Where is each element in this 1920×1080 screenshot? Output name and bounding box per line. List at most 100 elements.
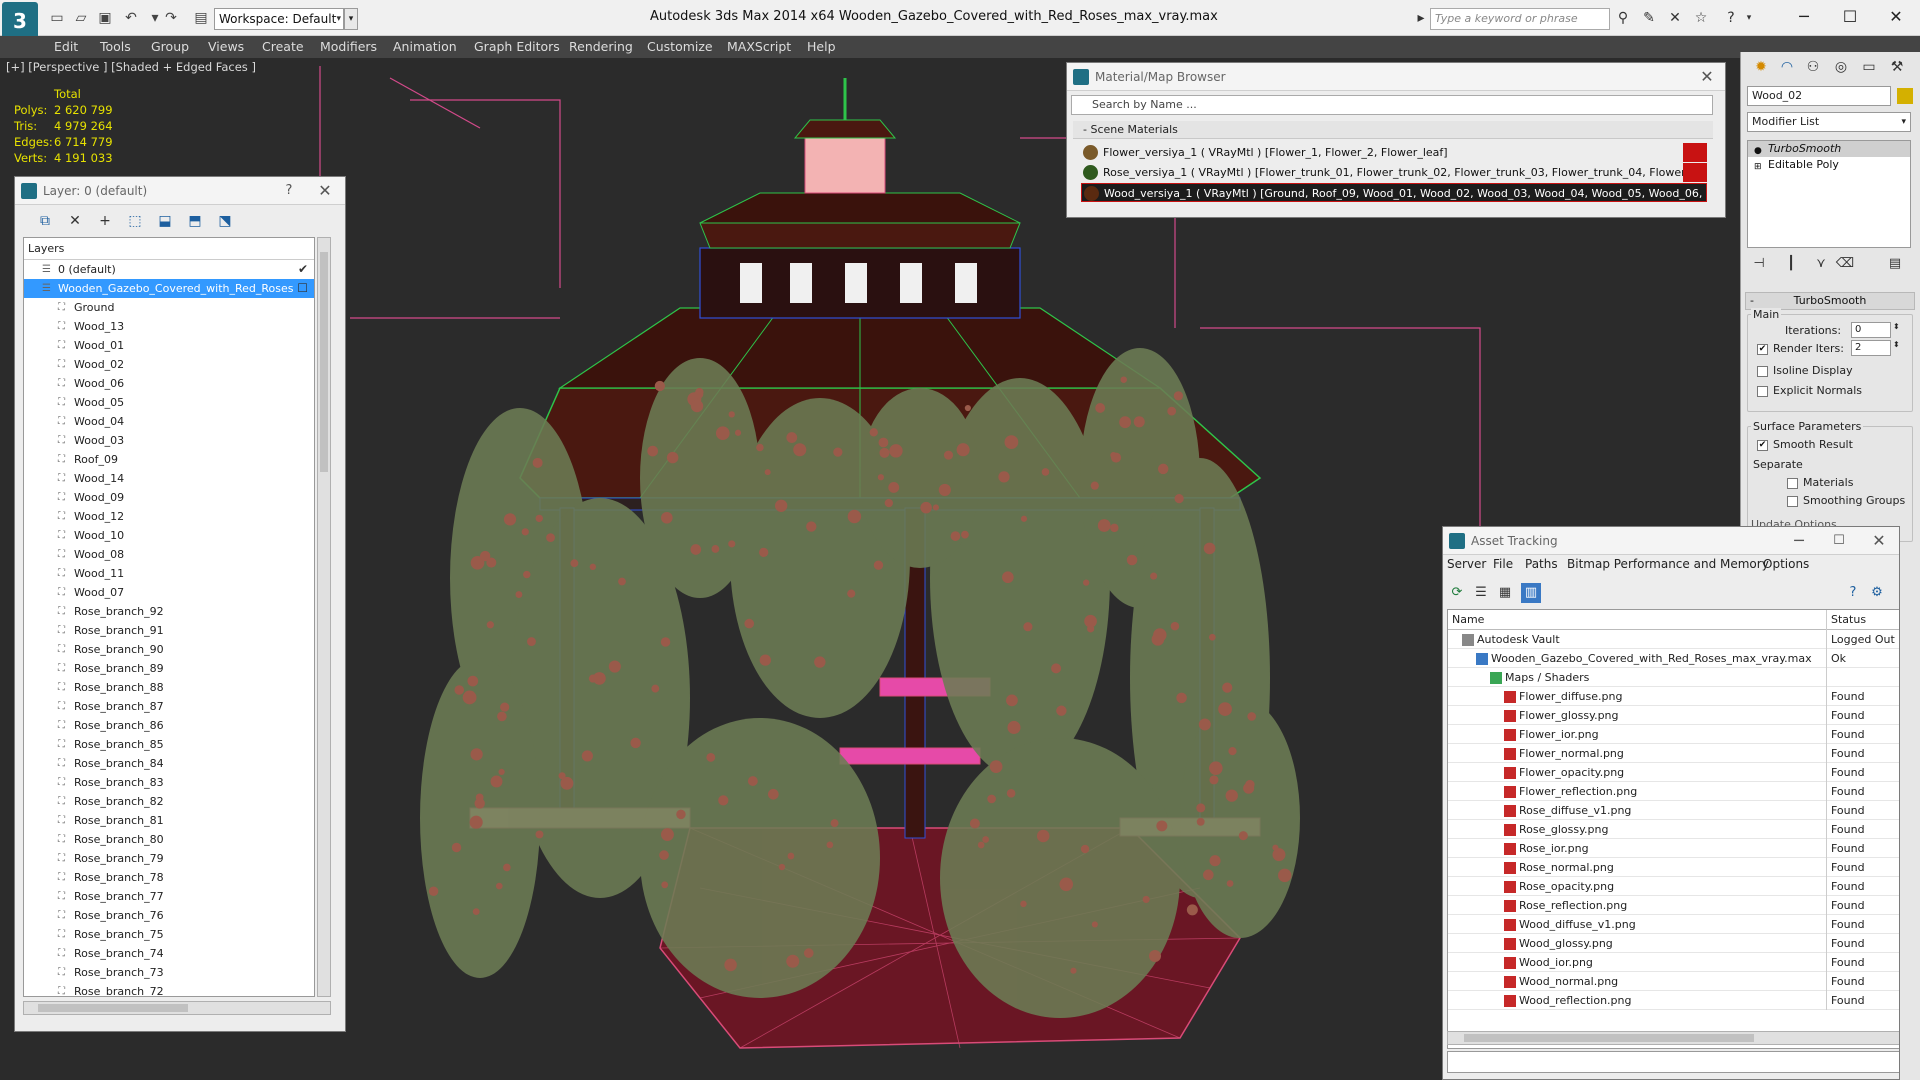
scene-materials-section[interactable]: - Scene Materials <box>1073 121 1713 139</box>
layer-row[interactable]: ⛶ Rose_branch_90 <box>24 640 314 659</box>
search-expand-icon[interactable]: ▸ <box>1412 9 1430 27</box>
hierarchy-tab-icon[interactable]: ⚇ <box>1801 56 1825 78</box>
layer-row[interactable]: ⛶ Rose_branch_75 <box>24 925 314 944</box>
layer-row[interactable]: ⛶ Rose_branch_74 <box>24 944 314 963</box>
render-iters-spinner[interactable]: 2 <box>1851 340 1891 356</box>
motion-tab-icon[interactable]: ◎ <box>1829 56 1853 78</box>
layer-row[interactable]: ⛶ Rose_branch_84 <box>24 754 314 773</box>
asset-row[interactable]: Wood_reflection.png Found <box>1448 991 1899 1010</box>
stack-item-editable-poly[interactable]: ⊞ Editable Poly <box>1748 157 1910 173</box>
create-tab-icon[interactable]: ✹ <box>1749 56 1773 78</box>
layer-row[interactable]: ⛶ Roof_09 <box>24 450 314 469</box>
layer-row[interactable]: ⛶ Wood_14 <box>24 469 314 488</box>
layer-row[interactable]: ⛶ Wood_02 <box>24 355 314 374</box>
layer-row[interactable]: ⛶ Rose_branch_92 <box>24 602 314 621</box>
layer-close-button[interactable]: ✕ <box>311 177 339 205</box>
menu-maxscript[interactable]: MAXScript <box>727 39 791 54</box>
menu-modifiers[interactable]: Modifiers <box>320 39 377 54</box>
menu-edit[interactable]: Edit <box>54 39 78 54</box>
table-view-icon[interactable]: ▥ <box>1521 583 1541 603</box>
spinner-arrows-icon[interactable]: ⬍ <box>1893 322 1900 331</box>
asset-row[interactable]: Rose_reflection.png Found <box>1448 896 1899 915</box>
layer-row[interactable]: ⛶ Wood_05 <box>24 393 314 412</box>
object-name-field[interactable]: Wood_02 <box>1747 86 1891 106</box>
layer-row[interactable]: ⛶ Rose_branch_82 <box>24 792 314 811</box>
layer-row[interactable]: ⛶ Rose_branch_87 <box>24 697 314 716</box>
layer-row[interactable]: ⛶ Rose_branch_72 <box>24 982 314 996</box>
binoculars-icon[interactable]: ⚲ <box>1614 9 1632 27</box>
remove-modifier-icon[interactable]: ⌫ <box>1833 254 1857 274</box>
maximize-button[interactable]: ☐ <box>1830 4 1870 30</box>
layer-row[interactable]: ⛶ Rose_branch_80 <box>24 830 314 849</box>
layer-list-hscrollbar[interactable] <box>23 1001 331 1015</box>
layer-list[interactable]: Layers ☰ 0 (default) ✔ ☰ Wooden_Gazebo_Cover… <box>23 237 315 997</box>
asset-row[interactable]: Flower_reflection.png Found <box>1448 782 1899 801</box>
make-unique-icon[interactable]: ⋎ <box>1809 254 1833 274</box>
workspace-dropdown[interactable]: Workspace: Default ▾ <box>214 8 344 30</box>
search-input[interactable]: Type a keyword or phrase <box>1430 8 1610 30</box>
name-column-header[interactable]: Name <box>1452 610 1484 630</box>
layer-row[interactable]: ⛶ Wood_13 <box>24 317 314 336</box>
menu-help[interactable]: Help <box>807 39 836 54</box>
scroll-thumb[interactable] <box>1464 1034 1754 1042</box>
stack-item-turbosmooth[interactable]: ● TurboSmooth <box>1748 141 1910 157</box>
freeze-all-icon[interactable]: ⬔ <box>215 211 235 231</box>
layer-row[interactable]: ⛶ Wood_03 <box>24 431 314 450</box>
layer-row[interactable]: ⛶ Rose_branch_89 <box>24 659 314 678</box>
asset-minimize-button[interactable]: ─ <box>1785 527 1813 555</box>
layer-checkbox[interactable]: ☐ <box>297 279 308 298</box>
layer-row[interactable]: ⛶ Rose_branch_79 <box>24 849 314 868</box>
asset-table[interactable]: Name Status Autodesk Vault Logged Out Wood… <box>1447 609 1899 1049</box>
explicit-normals-checkbox[interactable] <box>1757 386 1768 397</box>
layer-row[interactable]: ⛶ Rose_branch_76 <box>24 906 314 925</box>
asset-row[interactable]: Flower_ior.png Found <box>1448 725 1899 744</box>
redo-icon[interactable]: ↷ <box>162 9 180 27</box>
menu-customize[interactable]: Customize <box>647 39 713 54</box>
menu-group[interactable]: Group <box>151 39 189 54</box>
modifier-stack[interactable]: ● TurboSmooth ⊞ Editable Poly <box>1747 140 1911 248</box>
material-row[interactable]: Flower_versiya_1 ( VRayMtl ) [Flower_1, … <box>1081 143 1707 162</box>
asset-row[interactable]: Flower_glossy.png Found <box>1448 706 1899 725</box>
asset-maximize-button[interactable]: ☐ <box>1825 527 1853 555</box>
pin-stack-icon[interactable]: ⊣ <box>1747 254 1771 274</box>
separate-smoothing-groups-checkbox[interactable] <box>1787 496 1798 507</box>
asset-row[interactable]: Wood_normal.png Found <box>1448 972 1899 991</box>
asset-menu-options[interactable]: Options <box>1763 557 1809 571</box>
scroll-thumb[interactable] <box>38 1004 188 1012</box>
save-file-icon[interactable]: ▣ <box>96 9 114 27</box>
asset-row[interactable]: Flower_opacity.png Found <box>1448 763 1899 782</box>
layer-row[interactable]: ⛶ Rose_branch_85 <box>24 735 314 754</box>
create-layer-icon[interactable]: ⧉ <box>35 211 55 231</box>
modifier-list-dropdown[interactable]: Modifier List ▾ <box>1747 112 1911 132</box>
layer-row[interactable]: ⛶ Rose_branch_88 <box>24 678 314 697</box>
layer-row[interactable]: ⛶ Wood_01 <box>24 336 314 355</box>
layer-row[interactable]: ⛶ Wood_06 <box>24 374 314 393</box>
layer-row[interactable]: ⛶ Rose_branch_86 <box>24 716 314 735</box>
menu-tools[interactable]: Tools <box>100 39 131 54</box>
asset-row[interactable]: Rose_ior.png Found <box>1448 839 1899 858</box>
highlight-layer-icon[interactable]: ⬓ <box>155 211 175 231</box>
asset-row[interactable]: Flower_diffuse.png Found <box>1448 687 1899 706</box>
menu-rendering[interactable]: Rendering <box>569 39 633 54</box>
layer-row[interactable]: ⛶ Wood_12 <box>24 507 314 526</box>
display-tab-icon[interactable]: ▭ <box>1857 56 1881 78</box>
layer-row[interactable]: ⛶ Wood_08 <box>24 545 314 564</box>
thumbnail-view-icon[interactable]: ▦ <box>1495 583 1515 603</box>
menu-animation[interactable]: Animation <box>393 39 457 54</box>
asset-row[interactable]: Wooden_Gazebo_Covered_with_Red_Roses_max… <box>1448 649 1899 668</box>
object-color-swatch[interactable] <box>1897 88 1913 104</box>
show-end-result-icon[interactable]: ┃ <box>1779 254 1803 274</box>
asset-close-button[interactable]: ✕ <box>1865 527 1893 555</box>
layers-column-header[interactable]: Layers <box>24 238 314 260</box>
spinner-arrows-icon[interactable]: ⬍ <box>1893 340 1900 349</box>
workspace-menu-arrow[interactable]: ▾ <box>344 8 358 30</box>
asset-menu-paths[interactable]: Paths <box>1525 557 1558 571</box>
layer-row[interactable]: ⛶ Rose_branch_78 <box>24 868 314 887</box>
asset-row[interactable]: Wood_glossy.png Found <box>1448 934 1899 953</box>
smooth-result-checkbox[interactable]: ✔ <box>1757 440 1768 451</box>
layer-row[interactable]: ⛶ Wood_04 <box>24 412 314 431</box>
material-browser-titlebar[interactable]: Material/Map Browser <box>1067 63 1725 91</box>
subscription-icon[interactable]: ✎ <box>1640 9 1658 27</box>
asset-row[interactable]: Maps / Shaders <box>1448 668 1899 687</box>
layer-row[interactable]: ⛶ Wood_07 <box>24 583 314 602</box>
